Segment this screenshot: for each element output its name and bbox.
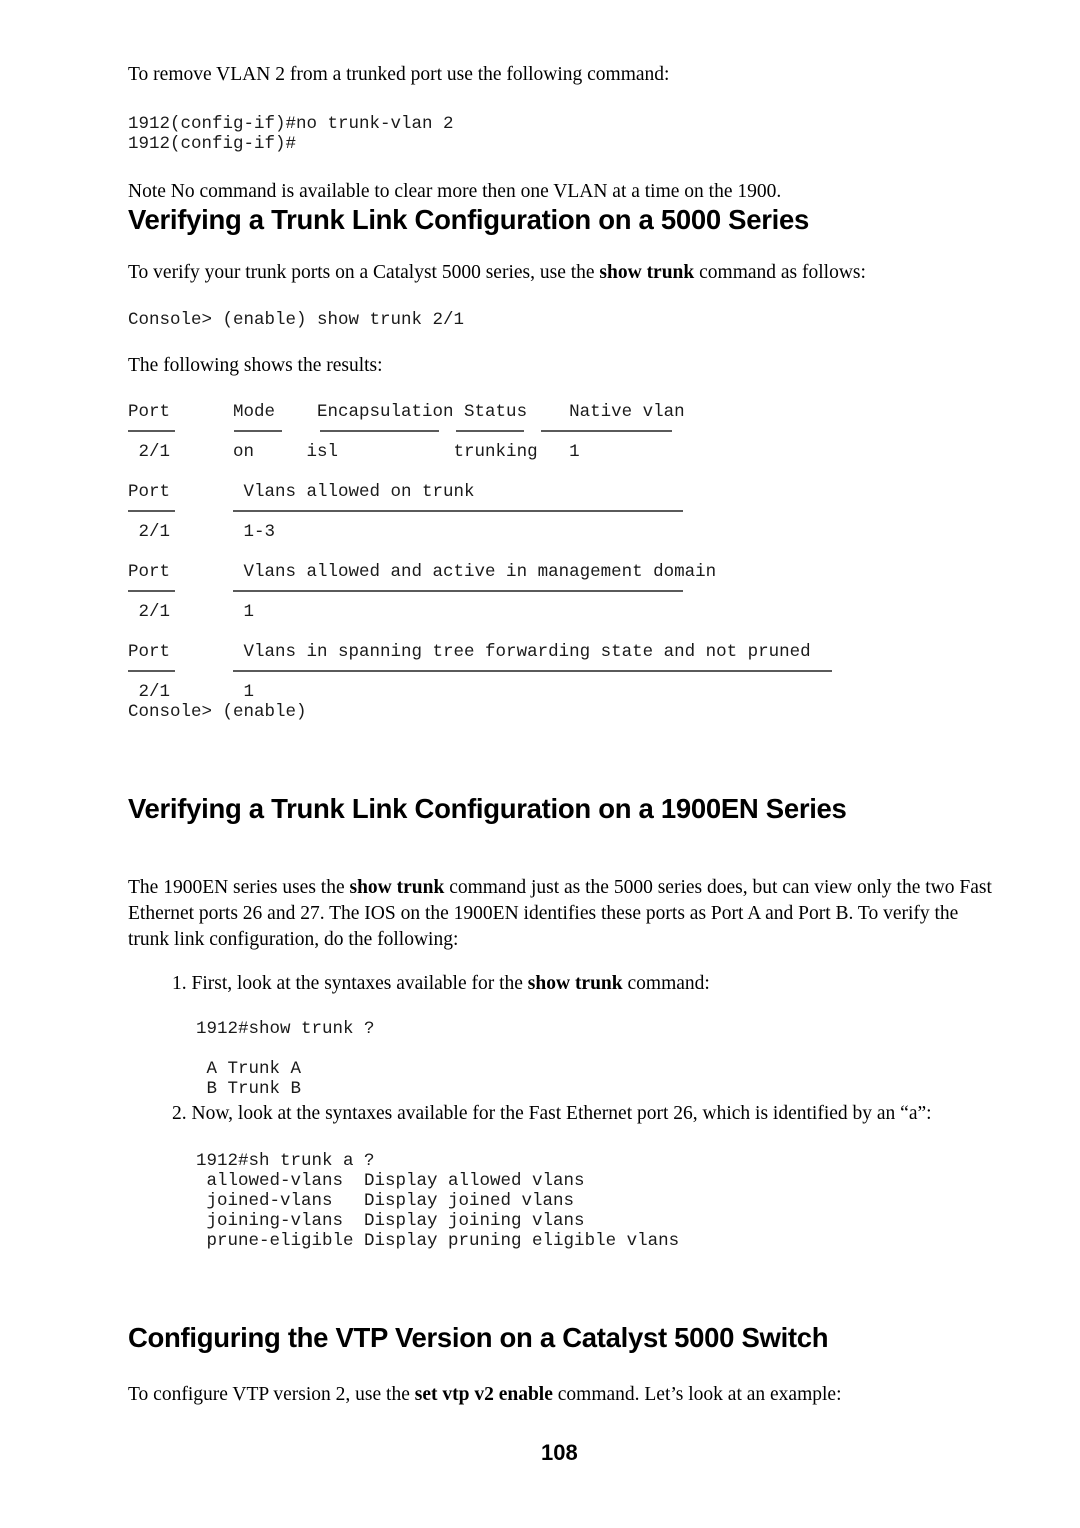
terminal-table4-headers: Port Vlans in spanning tree forwarding s… bbox=[128, 642, 811, 662]
results-lead: The following shows the results: bbox=[128, 355, 383, 376]
intro-paragraph: To remove VLAN 2 from a trunked port use… bbox=[128, 64, 670, 85]
table2-rule-port bbox=[128, 510, 175, 512]
step-1-text-pre: First, look at the syntaxes available fo… bbox=[191, 973, 528, 994]
table4-rule-port bbox=[128, 670, 175, 672]
paragraph-pre: To configure VTP version 2, use the bbox=[128, 1384, 415, 1405]
terminal-end-prompt: Console> (enable) bbox=[128, 702, 307, 722]
note-label: Note bbox=[128, 181, 166, 202]
document-page: To remove VLAN 2 from a trunked port use… bbox=[0, 0, 1080, 1528]
terminal-table3-headers: Port Vlans allowed and active in managem… bbox=[128, 562, 717, 582]
table1-rule-status bbox=[456, 430, 524, 432]
paragraph-pre: To verify your trunk ports on a Catalyst… bbox=[128, 262, 600, 283]
step-2-code-block: 1912#sh trunk a ? allowed-vlans Display … bbox=[196, 1151, 680, 1251]
step-1-number: 1. bbox=[172, 973, 187, 994]
table1-rule-native bbox=[541, 430, 672, 432]
terminal-table2-headers: Port Vlans allowed on trunk bbox=[128, 482, 475, 502]
table1-rule-mode bbox=[234, 430, 282, 432]
step-1-text-post: command: bbox=[622, 973, 710, 994]
section-1900en-paragraph: The 1900EN series uses the show trunk co… bbox=[128, 875, 993, 953]
paragraph-post: command. Let’s look at an example: bbox=[552, 1384, 842, 1405]
paragraph-post: command as follows: bbox=[694, 262, 866, 283]
table1-rule-port bbox=[128, 430, 175, 432]
step-1: 1. First, look at the syntaxes available… bbox=[172, 971, 992, 997]
table2-rule-vlans bbox=[233, 510, 683, 512]
step-2-number: 2. bbox=[172, 1103, 187, 1124]
paragraph-pre: The 1900EN series uses the bbox=[128, 877, 350, 898]
inline-command-show-trunk: show trunk bbox=[527, 973, 623, 994]
terminal-table3-row: 2/1 1 bbox=[128, 602, 255, 622]
note-block: Note No command is available to clear mo… bbox=[128, 179, 1008, 205]
inline-command-show-trunk: show trunk bbox=[599, 262, 695, 283]
section-heading-5000: Verifying a Trunk Link Configuration on … bbox=[128, 204, 809, 235]
inline-command-set-vtp-v2-enable: set vtp v2 enable bbox=[414, 1384, 553, 1405]
section-heading-vtp: Configuring the VTP Version on a Catalys… bbox=[128, 1322, 829, 1353]
inline-command-show-trunk: show trunk bbox=[349, 877, 445, 898]
section-heading-1900en: Verifying a Trunk Link Configuration on … bbox=[128, 793, 847, 824]
terminal-table4-row: 2/1 1 bbox=[128, 682, 255, 702]
table3-rule-port bbox=[128, 590, 175, 592]
terminal-table2-row: 2/1 1-3 bbox=[128, 522, 276, 542]
section-5000-paragraph: To verify your trunk ports on a Catalyst… bbox=[128, 260, 998, 286]
table1-rule-encap bbox=[320, 430, 439, 432]
table3-rule-vlans bbox=[233, 590, 683, 592]
step-2-text-pre: Now, look at the syntaxes available for … bbox=[191, 1103, 932, 1124]
step-2: 2. Now, look at the syntaxes available f… bbox=[172, 1101, 1002, 1127]
table4-rule-vlans bbox=[233, 670, 832, 672]
show-trunk-command: Console> (enable) show trunk 2/1 bbox=[128, 310, 465, 330]
terminal-table1-row: 2/1 on isl trunking 1 bbox=[128, 442, 580, 462]
section-vtp-paragraph: To configure VTP version 2, use the set … bbox=[128, 1382, 998, 1408]
terminal-table1-headers: Port Mode Encapsulation Status Native vl… bbox=[128, 402, 685, 422]
note-text: No command is available to clear more th… bbox=[170, 181, 782, 202]
intro-code-block: 1912(config-if)#no trunk-vlan 2 1912(con… bbox=[128, 114, 454, 154]
step-1-code-block: 1912#show trunk ? A Trunk A B Trunk B bbox=[196, 1019, 375, 1099]
page-number: 108 bbox=[541, 1440, 578, 1465]
